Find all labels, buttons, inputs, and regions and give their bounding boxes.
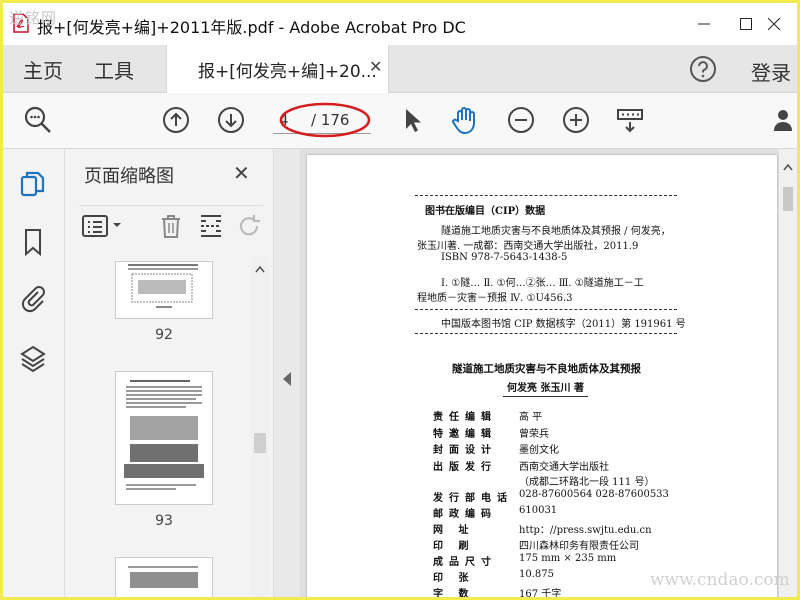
panel-toolbar (79, 205, 263, 245)
panel-collapse-strip[interactable] (273, 149, 301, 597)
dashed-rule (415, 195, 677, 196)
book-title: 隧道施工地质灾害与不良地质体及其预报 (452, 363, 641, 375)
bookmarks-icon[interactable] (18, 227, 48, 257)
cip-line: 张玉川著. 一成都：西南交通大学出版社，2011.9 (417, 241, 639, 252)
colophon-label: 出版发行 (433, 462, 497, 473)
help-icon[interactable] (689, 55, 717, 83)
rotate-page-icon[interactable] (235, 212, 263, 240)
colophon-value: 028-87600564 028-87600533 (519, 489, 669, 500)
colophon-value: 墨创文化 (519, 445, 559, 456)
navigation-rail (3, 149, 65, 597)
minimize-icon (698, 23, 710, 25)
scrollbar-thumb[interactable] (783, 187, 793, 211)
colophon-label: 邮政编码 (433, 509, 497, 520)
scroll-up-icon[interactable] (783, 163, 793, 171)
thumbnail-content (128, 566, 198, 588)
page-thumbnails-panel: 页面缩略图 ✕ 92 93 (65, 149, 273, 597)
document-scrollbar[interactable] (779, 149, 797, 597)
tab-home[interactable]: 主页 (23, 55, 63, 84)
zoom-in-icon[interactable] (561, 105, 591, 135)
title-bar: 报+[何发亮+编]+2011年版.pdf - Adobe Acrobat Pro… (3, 3, 797, 45)
colophon-value: （成都二环路北一段 111 号） (519, 477, 655, 488)
colophon-label: 封面设计 (433, 445, 497, 456)
cip-header: 图书在版编目（CIP）数据 (425, 206, 546, 217)
colophon-label: 发行部电话 (433, 493, 513, 504)
site-watermark-top: 逆铭网 (9, 9, 58, 27)
red-annotation-ellipse (279, 102, 371, 138)
dashed-rule (415, 309, 677, 310)
acrobat-window: 报+[何发亮+编]+2011年版.pdf - Adobe Acrobat Pro… (3, 3, 797, 597)
thumbnail-page-label: 92 (155, 327, 173, 343)
colophon-value: 167 千字 (519, 589, 562, 597)
thumbnail-content (128, 264, 198, 308)
attachments-icon[interactable] (18, 283, 48, 313)
colophon-value: 175 mm × 235 mm (519, 553, 617, 564)
colophon-label: 责任编辑 (433, 412, 497, 423)
book-authors: 何发亮 张玉川 著 (503, 379, 588, 397)
colophon-label: 特邀编辑 (433, 429, 497, 440)
thumbnail-content (124, 380, 204, 490)
colophon-label: 印 张 (433, 573, 475, 584)
document-tab[interactable]: 报+[何发亮+编]+20... ✕ (166, 45, 389, 93)
pdf-page: 图书在版编目（CIP）数据 隧道施工地质灾害与不良地质体及其预报 / 何发亮， … (307, 155, 777, 597)
select-cursor-icon[interactable] (397, 105, 427, 135)
document-view[interactable]: 图书在版编目（CIP）数据 隧道施工地质灾害与不良地质体及其预报 / 何发亮， … (301, 149, 797, 597)
window-title: 报+[何发亮+编]+2011年版.pdf - Adobe Acrobat Pro… (37, 18, 466, 37)
close-panel-icon[interactable]: ✕ (233, 161, 250, 185)
search-zoom-icon[interactable] (23, 105, 53, 135)
colophon-value: 四川森林印务有限责任公司 (519, 541, 639, 552)
close-tab-icon[interactable]: ✕ (369, 57, 382, 76)
dashed-rule (415, 333, 677, 334)
zoom-out-icon[interactable] (506, 105, 536, 135)
close-icon (768, 18, 780, 30)
tab-tools[interactable]: 工具 (94, 55, 134, 84)
scroll-up-icon[interactable] (255, 265, 265, 273)
close-window-button[interactable] (751, 3, 797, 45)
scrollbar-thumb[interactable] (254, 433, 266, 453)
zoom-menu-icon[interactable] (615, 105, 645, 135)
colophon-value: 曾荣兵 (519, 429, 549, 440)
cip-line: ISBN 978-7-5643-1438-5 (441, 252, 568, 263)
page-thumbnail[interactable] (115, 371, 213, 505)
next-page-icon[interactable] (216, 105, 246, 135)
colophon-label: 成品尺寸 (433, 557, 497, 568)
page-thumbnails-icon[interactable] (18, 169, 48, 199)
thumbnails-list: 92 93 (65, 257, 273, 597)
collapse-left-icon[interactable] (282, 372, 292, 386)
panel-title: 页面缩略图 (84, 166, 174, 187)
cip-number: 中国版本图书馆 CIP 数据核字（2011）第 191961 号 (441, 319, 686, 330)
cip-line: 程地质－灾害－预报 Ⅳ. ①U456.3 (417, 293, 573, 304)
cip-line: 隧道施工地质灾害与不良地质体及其预报 / 何发亮， (441, 226, 671, 237)
page-thumbnail[interactable] (115, 261, 213, 319)
thumbnail-options-icon[interactable] (81, 212, 125, 240)
colophon-label: 网 址 (433, 525, 475, 536)
page-thumbnail[interactable] (115, 557, 213, 597)
colophon-value: 10.875 (519, 569, 554, 580)
thumbnail-page-label: 93 (155, 513, 173, 529)
colophon-value: 西南交通大学出版社 (519, 462, 609, 473)
delete-page-icon[interactable] (157, 212, 185, 240)
layers-icon[interactable] (18, 343, 48, 373)
login-button[interactable]: 登录 (751, 57, 791, 86)
hand-tool-icon[interactable] (450, 105, 480, 135)
colophon-value: http：//press.swjtu.edu.cn (519, 525, 652, 536)
site-watermark-bottom: www.cndao.com (650, 570, 790, 590)
colophon-value: 高 平 (519, 412, 543, 423)
toolbar: 4 / 176 (3, 93, 797, 149)
thumbnails-scrollbar[interactable] (251, 257, 269, 597)
tab-bar: 主页 工具 报+[何发亮+编]+20... ✕ 登录 (3, 45, 797, 93)
colophon-label: 印 刷 (433, 541, 475, 552)
colophon-label: 字 数 (433, 589, 475, 597)
cip-line: Ⅰ. ①隧… Ⅱ. ①何…②张… Ⅲ. ①隧道施工－工 (441, 278, 644, 289)
minimize-button[interactable] (681, 3, 727, 45)
extract-page-icon[interactable] (197, 212, 225, 240)
share-user-icon[interactable] (771, 105, 797, 135)
document-tab-label: 报+[何发亮+编]+20... (198, 62, 377, 82)
previous-page-icon[interactable] (161, 105, 191, 135)
colophon-value: 610031 (519, 505, 558, 516)
